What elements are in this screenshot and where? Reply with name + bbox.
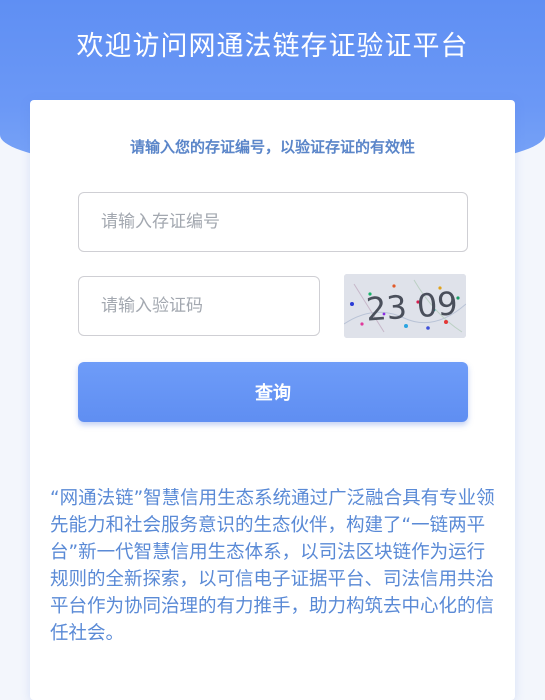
form-subtitle: 请输入您的存证编号，以验证存证的有效性	[129, 138, 415, 156]
captcha-image[interactable]: 23 09	[344, 274, 466, 338]
verification-card: 请输入您的存证编号，以验证存证的有效性 23 09 查询 “网通法链”智慧信用生…	[30, 100, 515, 700]
captcha-input[interactable]	[78, 276, 320, 336]
certificate-number-input[interactable]	[78, 192, 468, 252]
page-title: 欢迎访问网通法链存证验证平台	[76, 31, 469, 62]
captcha-text: 23 09	[365, 284, 459, 328]
platform-description: “网通法链”智慧信用生态系统通过广泛融合具有专业领先能力和社会服务意识的生态伙伴…	[50, 488, 495, 644]
query-button[interactable]: 查询	[78, 362, 468, 422]
